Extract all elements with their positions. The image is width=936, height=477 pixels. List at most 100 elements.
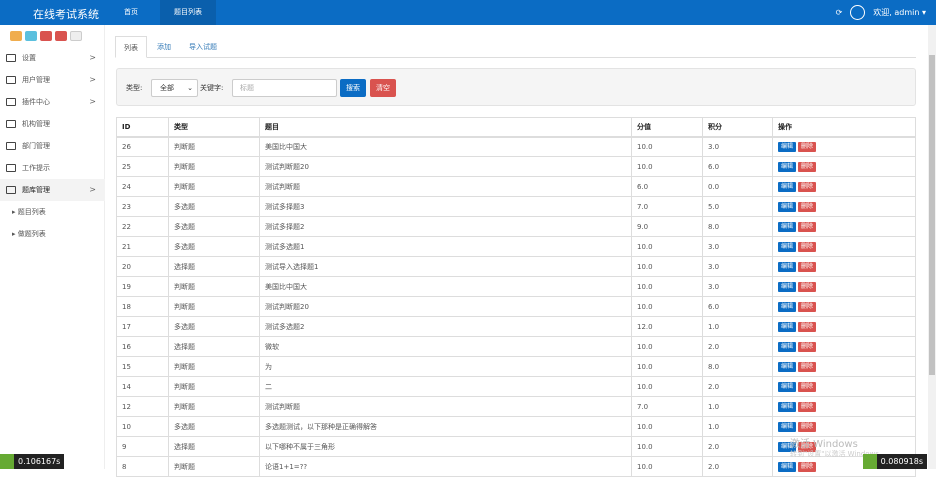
edit-button[interactable]: 编辑: [778, 421, 797, 432]
cell-actions: 编辑 删除: [772, 336, 916, 357]
sidebar-item-6[interactable]: 题库管理 >: [0, 179, 105, 201]
quick-button-1[interactable]: [25, 31, 37, 41]
table-row: 24 判断题 测试判断题 6.0 0.0 编辑 删除: [116, 176, 916, 197]
delete-button[interactable]: 删除: [798, 321, 817, 332]
edit-button[interactable]: 编辑: [778, 181, 797, 192]
cell-id: 16: [116, 336, 169, 357]
cell-title: 多选题测试，以下那种是正确得解答: [259, 416, 632, 437]
sidebar-item-3[interactable]: 机构管理: [0, 113, 105, 135]
edit-button[interactable]: 编辑: [778, 201, 797, 212]
refresh-icon[interactable]: ⟳: [836, 8, 843, 17]
delete-button[interactable]: 删除: [798, 141, 817, 152]
cell-title: 测试多择题2: [259, 216, 632, 237]
cell-title: 论语1+1=??: [259, 456, 632, 477]
table-row: 10 多选题 多选题测试，以下那种是正确得解答 10.0 1.0 编辑 删除: [116, 416, 916, 437]
cell-title: 测试判断题20: [259, 296, 632, 317]
chevron-right-icon: >: [89, 53, 96, 62]
delete-button[interactable]: 删除: [798, 421, 817, 432]
edit-button[interactable]: 编辑: [778, 161, 797, 172]
edit-button[interactable]: 编辑: [778, 261, 797, 272]
edit-button[interactable]: 编辑: [778, 221, 797, 232]
cell-id: 20: [116, 256, 169, 277]
table-row: 19 判断题 美国比中国大 10.0 3.0 编辑 删除: [116, 276, 916, 297]
sidebar-subitem-1[interactable]: ▸ 做题列表: [12, 229, 46, 239]
cell-type: 判断题: [168, 456, 260, 477]
avatar[interactable]: [850, 5, 866, 20]
tab-import[interactable]: 导入试题: [181, 36, 225, 58]
sidebar-item-2[interactable]: 插件中心 >: [0, 91, 105, 113]
delete-button[interactable]: 删除: [798, 221, 817, 232]
tab-add[interactable]: 添加: [149, 36, 179, 58]
quick-button-0[interactable]: [10, 31, 22, 41]
sidebar-item-5[interactable]: 工作提示: [0, 157, 105, 179]
cell-id: 10: [116, 416, 169, 437]
cell-type: 判断题: [168, 136, 260, 157]
table-row: 16 选择题 微软 10.0 2.0 编辑 删除: [116, 336, 916, 357]
delete-button[interactable]: 删除: [798, 201, 817, 212]
tab-list[interactable]: 列表: [115, 36, 147, 58]
watermark-line1: 激活 Windows: [790, 439, 858, 450]
keyword-input[interactable]: 标题: [232, 79, 337, 97]
delete-button[interactable]: 删除: [798, 301, 817, 312]
cell-score: 10.0: [631, 136, 703, 157]
edit-button[interactable]: 编辑: [778, 301, 797, 312]
edit-button[interactable]: 编辑: [778, 281, 797, 292]
cell-title: 测试判断题20: [259, 156, 632, 177]
delete-button[interactable]: 删除: [798, 361, 817, 372]
edit-button[interactable]: 编辑: [778, 461, 797, 472]
quick-button-3[interactable]: [55, 31, 67, 41]
delete-button[interactable]: 删除: [798, 461, 817, 472]
tab-bar: 列表 添加 导入试题: [115, 36, 916, 58]
user-menu[interactable]: 欢迎, admin ▾: [873, 7, 926, 18]
delete-button[interactable]: 删除: [798, 241, 817, 252]
sidebar-item-4[interactable]: 部门管理: [0, 135, 105, 157]
edit-button[interactable]: 编辑: [778, 341, 797, 352]
scrollbar-thumb[interactable]: [929, 55, 935, 375]
edit-button[interactable]: 编辑: [778, 241, 797, 252]
cell-points: 0.0: [702, 176, 773, 197]
sidebar-item-label: 插件中心: [22, 98, 50, 106]
cell-type: 判断题: [168, 356, 260, 377]
delete-button[interactable]: 删除: [798, 281, 817, 292]
nav-question-list[interactable]: 题目列表: [160, 0, 216, 25]
cell-title: 测试多择题3: [259, 196, 632, 217]
cell-score: 10.0: [631, 436, 703, 457]
cell-points: 3.0: [702, 256, 773, 277]
edit-button[interactable]: 编辑: [778, 141, 797, 152]
cell-id: 17: [116, 316, 169, 337]
delete-button[interactable]: 删除: [798, 161, 817, 172]
cell-score: 7.0: [631, 396, 703, 417]
menu-icon: [6, 76, 16, 84]
cell-title: 美国比中国大: [259, 276, 632, 297]
nav-home[interactable]: 首页: [110, 0, 152, 25]
quick-button-4[interactable]: [70, 31, 82, 41]
search-button[interactable]: 搜索: [340, 79, 366, 97]
leaf-icon: [862, 454, 877, 469]
cell-type: 判断题: [168, 176, 260, 197]
col-points: 积分: [702, 117, 773, 138]
app-title: 在线考试系统: [33, 8, 99, 21]
scrollbar[interactable]: [928, 25, 936, 469]
type-select[interactable]: 全部 ⌄: [151, 79, 198, 97]
cell-id: 8: [116, 456, 169, 477]
quick-button-2[interactable]: [40, 31, 52, 41]
cell-id: 23: [116, 196, 169, 217]
delete-button[interactable]: 删除: [798, 401, 817, 412]
cell-actions: 编辑 删除: [772, 356, 916, 377]
cell-title: 微软: [259, 336, 632, 357]
sidebar-subitem-0[interactable]: ▸ 题目列表: [12, 207, 46, 217]
edit-button[interactable]: 编辑: [778, 321, 797, 332]
delete-button[interactable]: 删除: [798, 381, 817, 392]
sidebar-item-0[interactable]: 设置 >: [0, 47, 105, 69]
delete-button[interactable]: 删除: [798, 341, 817, 352]
edit-button[interactable]: 编辑: [778, 361, 797, 372]
edit-button[interactable]: 编辑: [778, 401, 797, 412]
delete-button[interactable]: 删除: [798, 261, 817, 272]
edit-button[interactable]: 编辑: [778, 381, 797, 392]
cell-points: 8.0: [702, 216, 773, 237]
delete-button[interactable]: 删除: [798, 181, 817, 192]
sidebar-item-1[interactable]: 用户管理 >: [0, 69, 105, 91]
clear-button[interactable]: 清空: [370, 79, 396, 97]
cell-title: 测试判断题: [259, 176, 632, 197]
cell-title: 测试多选题2: [259, 316, 632, 337]
